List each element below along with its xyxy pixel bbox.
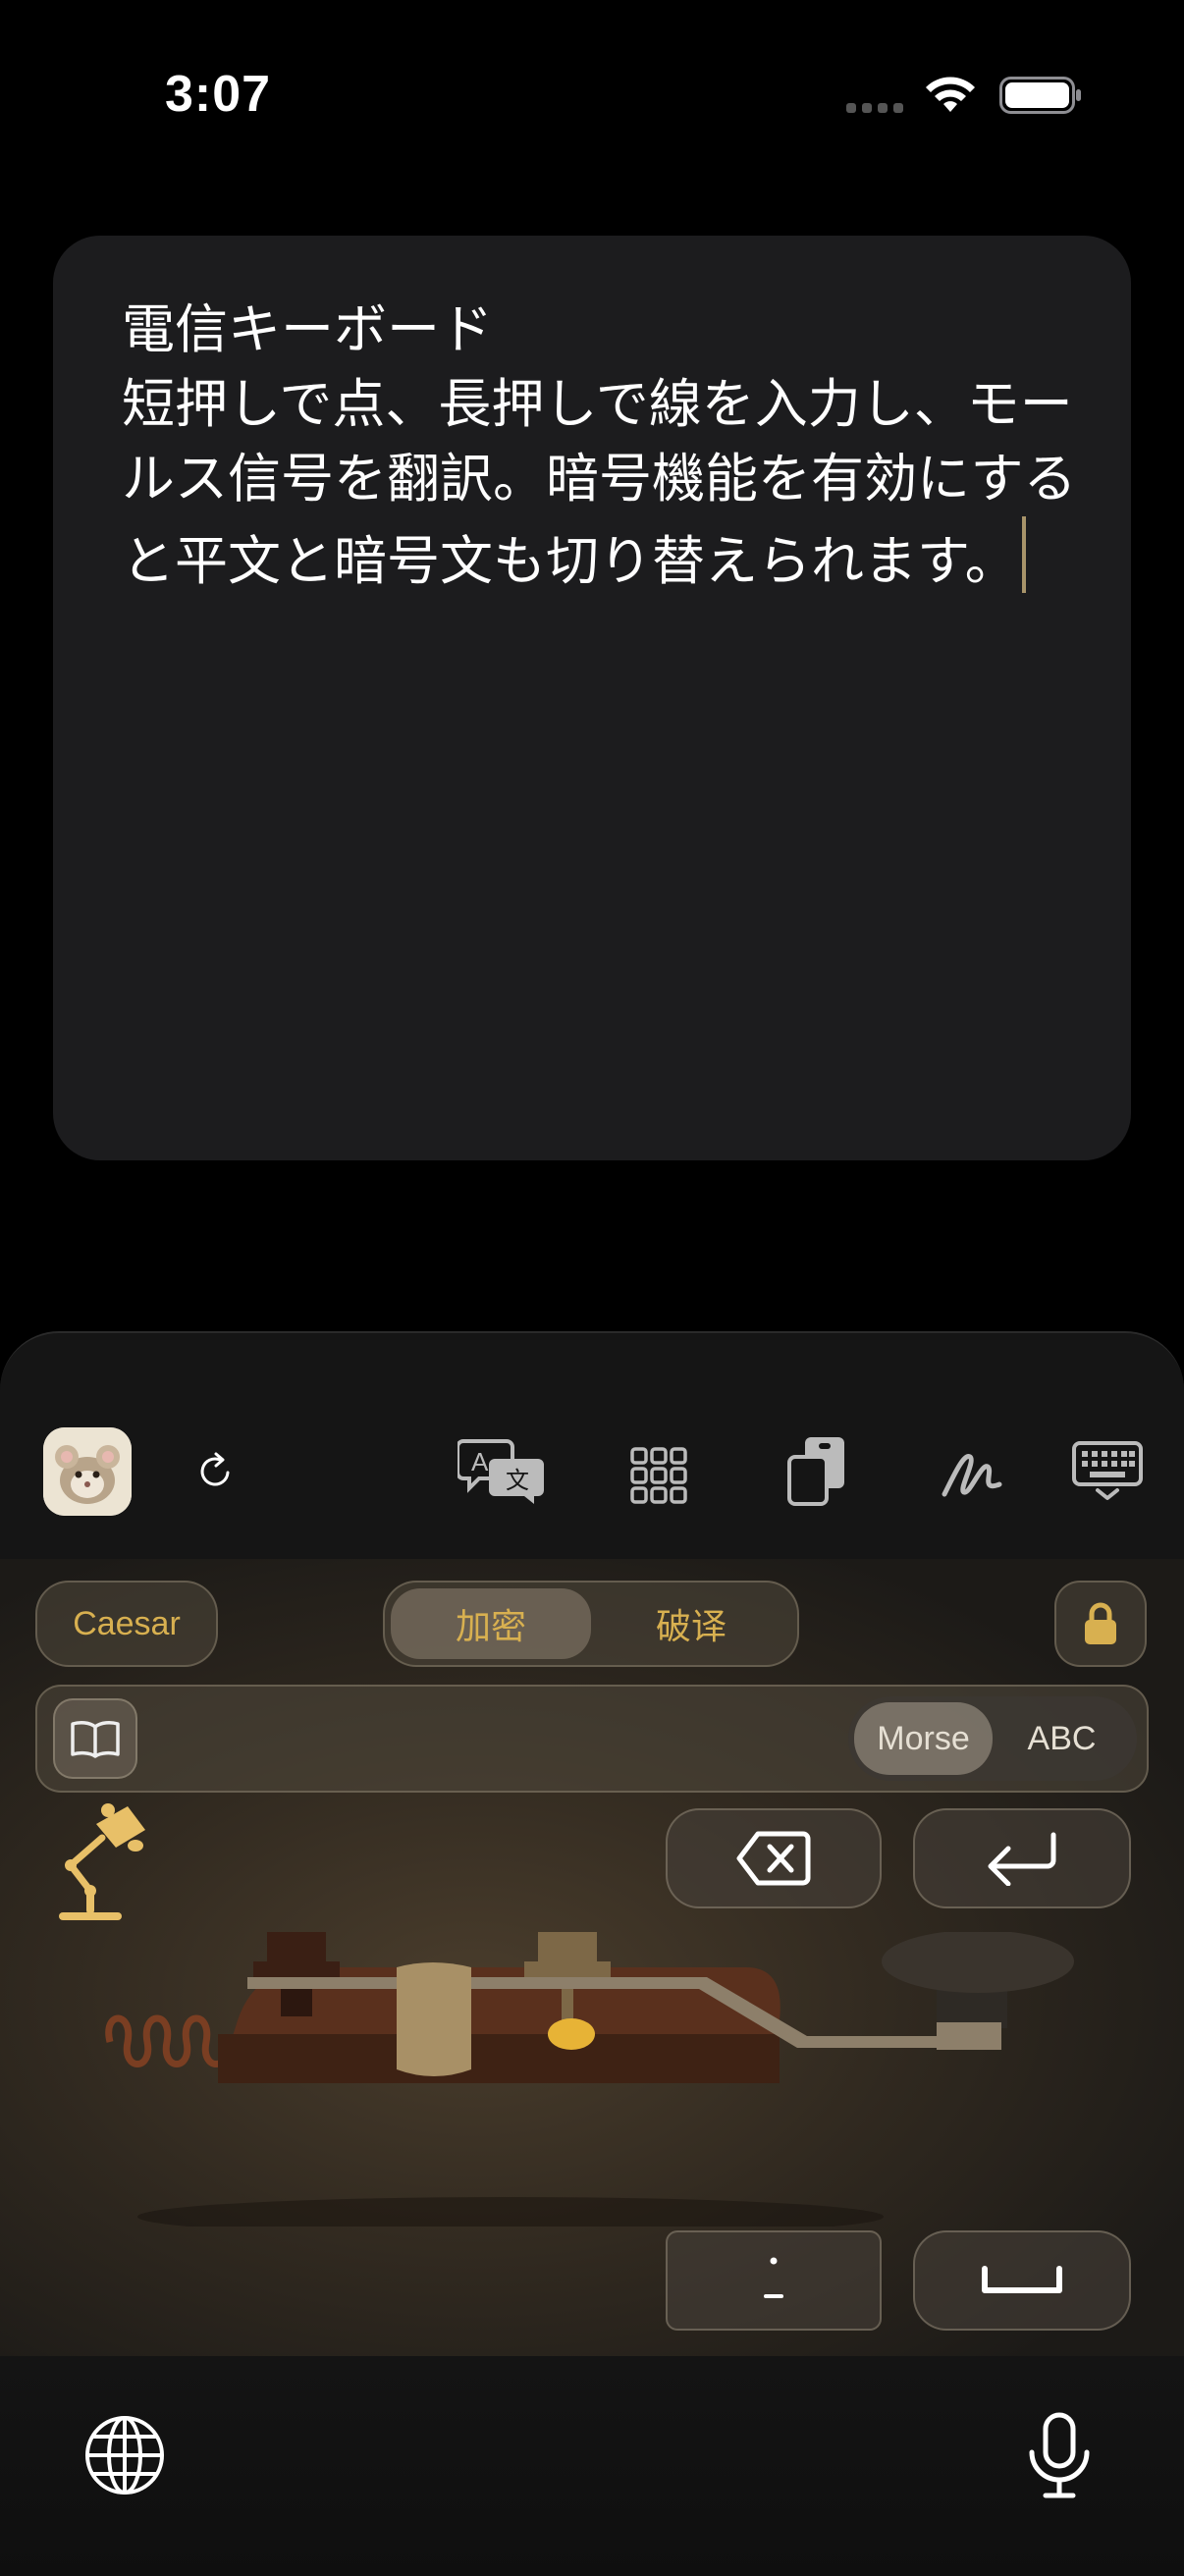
morse-segment[interactable]: Morse [854, 1702, 993, 1775]
encrypt-segment[interactable]: 加密 [391, 1588, 591, 1659]
space-key[interactable] [913, 2230, 1131, 2331]
battery-icon [999, 77, 1081, 114]
dot-dash-key[interactable] [666, 2230, 882, 2331]
cellular-signal-icon [846, 103, 907, 115]
decrypt-segment[interactable]: 破译 [591, 1588, 791, 1659]
note-title: 電信キーボード [122, 298, 493, 360]
book-icon [71, 1721, 120, 1758]
dictionary-button[interactable] [53, 1698, 137, 1779]
translate-icon[interactable]: A 文 [457, 1435, 546, 1504]
keyboard-bottom-bar [0, 2356, 1184, 2576]
status-time: 3:07 [165, 66, 272, 123]
wifi-icon [926, 77, 975, 112]
handwriting-icon[interactable] [941, 1445, 1003, 1500]
input-mode-segmented: Morse ABC [848, 1696, 1137, 1781]
note-body: 短押しで点、長押しで線を入力し、モールス信号を翻訳。暗号機能を有効にすると平文と… [122, 373, 1077, 592]
svg-text:文: 文 [506, 1467, 529, 1494]
grid-icon[interactable] [630, 1447, 687, 1504]
morse-keyboard: A 文 Caesar 加密 破译 Morse ABC [0, 1331, 1184, 2576]
cipher-method-button[interactable]: Caesar [35, 1581, 218, 1667]
keyboard-icon[interactable] [1072, 1441, 1143, 1502]
lock-button[interactable] [1054, 1581, 1147, 1667]
cipher-mode-segmented: 加密 破译 [383, 1581, 799, 1667]
microphone-icon[interactable] [1023, 2411, 1096, 2501]
note-content[interactable]: 電信キーボード 短押しで点、長押しで線を入力し、モールス信号を翻訳。暗号機能を有… [122, 293, 1084, 599]
telegraph-key[interactable] [98, 1932, 1090, 2227]
app-avatar[interactable] [43, 1427, 132, 1516]
morse-input-bar[interactable]: Morse ABC [35, 1685, 1149, 1793]
return-key[interactable] [913, 1808, 1131, 1908]
note-text-area[interactable]: 電信キーボード 短押しで点、長押しで線を入力し、モールス信号を翻訳。暗号機能を有… [53, 236, 1131, 1160]
dot-dash-icon [764, 2257, 783, 2298]
space-icon [982, 2266, 1062, 2293]
refresh-icon[interactable] [196, 1451, 236, 1492]
abc-segment[interactable]: ABC [993, 1702, 1131, 1775]
clipboard-icon[interactable] [785, 1435, 848, 1508]
lock-icon [1085, 1602, 1116, 1644]
lamp-icon[interactable] [51, 1797, 159, 1924]
backspace-key[interactable] [666, 1808, 882, 1908]
return-icon [988, 1832, 1056, 1886]
text-cursor [1021, 516, 1026, 593]
delete-icon [736, 1831, 811, 1886]
svg-text:A: A [471, 1447, 489, 1476]
globe-icon[interactable] [82, 2413, 167, 2497]
